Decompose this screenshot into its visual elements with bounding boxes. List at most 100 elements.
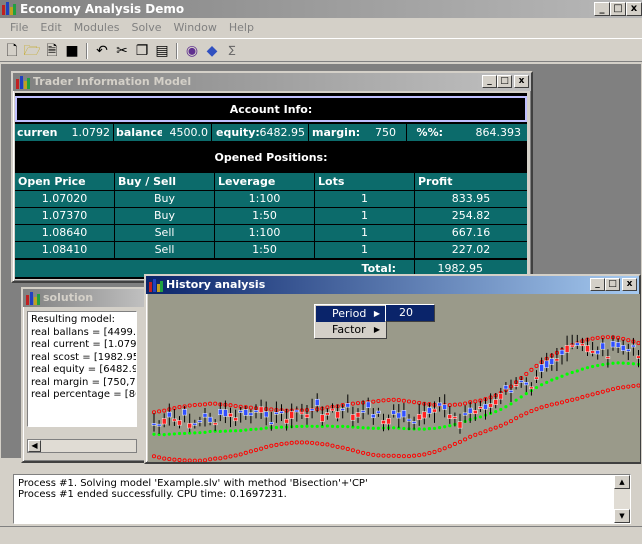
ma-point	[417, 427, 421, 431]
menu-solve[interactable]: Solve	[125, 19, 167, 37]
ma-point	[279, 425, 284, 429]
cut-icon[interactable]: ✂	[112, 42, 132, 60]
band-point	[488, 427, 493, 432]
position-cell: 1.08640	[15, 225, 115, 241]
ma-point	[305, 424, 309, 428]
position-cell: 1:100	[215, 225, 315, 241]
log-line: Process #1. Solving model 'Example.slv' …	[18, 478, 368, 489]
position-row[interactable]: 1.08410 Sell 1:50 1 227.02	[15, 242, 527, 258]
menu-factor-label: Factor	[332, 323, 366, 336]
band-point	[585, 393, 590, 398]
open-file-icon[interactable]: 🗎	[42, 42, 62, 60]
trader-window-titlebar[interactable]: Trader Information Model _ □ x	[13, 73, 531, 91]
candle-body	[340, 408, 345, 411]
trader-close-button[interactable]: x	[514, 75, 529, 88]
band-point	[192, 458, 197, 462]
ma-point	[443, 425, 447, 429]
scroll-down-icon[interactable]: ▼	[614, 509, 630, 523]
copy-icon[interactable]: ❐	[132, 42, 152, 60]
candle-body	[274, 412, 279, 415]
position-row[interactable]: 1.07370 Buy 1:50 1 254.82	[15, 208, 527, 224]
horizontal-scrollbar[interactable]: ◀	[27, 439, 137, 453]
menu-file[interactable]: File	[4, 19, 34, 37]
candle-body	[161, 418, 167, 425]
candlestick-chart[interactable]: Period ▶ Factor ▶ 20	[148, 294, 640, 462]
band-point	[361, 450, 366, 455]
band-point	[376, 398, 381, 404]
process-log[interactable]: Process #1. Solving model 'Example.slv' …	[13, 474, 631, 524]
band-point	[157, 455, 162, 460]
menu-period[interactable]: Period ▶	[316, 306, 385, 322]
candle-body	[467, 407, 473, 414]
maximize-button[interactable]: □	[610, 2, 626, 16]
menu-edit[interactable]: Edit	[34, 19, 67, 37]
position-row[interactable]: 1.07020 Buy 1:100 1 833.95	[15, 191, 527, 207]
band-point	[213, 456, 218, 461]
band-point	[544, 403, 549, 409]
candle-body	[498, 393, 504, 400]
candle-body	[177, 420, 182, 426]
close-button[interactable]: x	[626, 2, 642, 16]
account-header: Account Info:	[15, 96, 527, 122]
position-cell: 1:50	[215, 208, 315, 224]
position-row[interactable]: 1.08640 Sell 1:100 1 667.16	[15, 225, 527, 241]
candle-body	[437, 402, 442, 407]
candle-body	[575, 342, 580, 346]
history-window-titlebar[interactable]: History analysis _ □ x	[146, 276, 639, 294]
candle-body	[269, 422, 274, 425]
save-icon[interactable]: ■	[62, 42, 82, 60]
band-point	[610, 387, 616, 392]
band-point	[304, 440, 310, 445]
band-point	[616, 385, 621, 391]
percent-value: 864.393	[447, 124, 527, 141]
band-point	[187, 458, 192, 462]
menu-modules[interactable]: Modules	[68, 19, 126, 37]
menu-factor[interactable]: Factor ▶	[316, 322, 385, 338]
position-cell: 1	[315, 242, 415, 258]
candle-body	[559, 349, 565, 355]
history-maximize-button[interactable]: □	[605, 278, 620, 291]
open-folder-icon[interactable]: 🗁	[22, 42, 42, 60]
ma-point	[494, 409, 498, 414]
ma-point	[218, 429, 222, 433]
paste-icon[interactable]: ▤	[152, 42, 172, 60]
ma-point	[621, 361, 625, 365]
band-point	[182, 458, 187, 462]
solution-line: real ballans = [4499.999	[31, 326, 137, 338]
ma-point	[524, 392, 528, 396]
band-point	[457, 402, 463, 407]
candle-body	[248, 412, 254, 416]
module-icon[interactable]: ◆	[202, 42, 222, 60]
band-point	[605, 335, 610, 340]
log-scrollbar[interactable]: ▲ ▼	[614, 475, 630, 523]
band-point	[565, 398, 570, 403]
minimize-button[interactable]: _	[594, 2, 610, 16]
history-minimize-button[interactable]: _	[590, 278, 605, 291]
solution-window-titlebar[interactable]: solution	[23, 289, 145, 307]
status-bar	[0, 526, 642, 544]
trader-minimize-button[interactable]: _	[482, 75, 497, 88]
history-close-button[interactable]: x	[622, 278, 637, 291]
solution-text[interactable]: Resulting model: real ballans = [4499.99…	[27, 311, 137, 427]
ma-point	[193, 431, 197, 435]
menu-help[interactable]: Help	[223, 19, 260, 37]
submenu-arrow-icon: ▶	[373, 309, 380, 318]
trader-maximize-button[interactable]: □	[497, 75, 512, 88]
candle-body	[325, 412, 330, 416]
band-point	[452, 402, 457, 407]
new-file-icon[interactable]: 🗋	[2, 42, 22, 60]
menu-window[interactable]: Window	[168, 19, 223, 37]
band-point	[412, 453, 417, 458]
scroll-up-icon[interactable]: ▲	[614, 475, 630, 489]
candle-body	[626, 349, 631, 352]
position-cell: 667.16	[415, 225, 527, 241]
undo-icon[interactable]: ↶	[92, 42, 112, 60]
candle-body	[299, 411, 305, 415]
solve-icon[interactable]: ◉	[182, 42, 202, 60]
equation-icon[interactable]: ∑	[222, 42, 242, 60]
period-value[interactable]: 20	[385, 304, 435, 322]
account-header-label: Account Info:	[229, 102, 313, 116]
candle-body	[610, 341, 616, 348]
band-point	[463, 401, 468, 406]
scroll-left-icon[interactable]: ◀	[28, 440, 41, 452]
